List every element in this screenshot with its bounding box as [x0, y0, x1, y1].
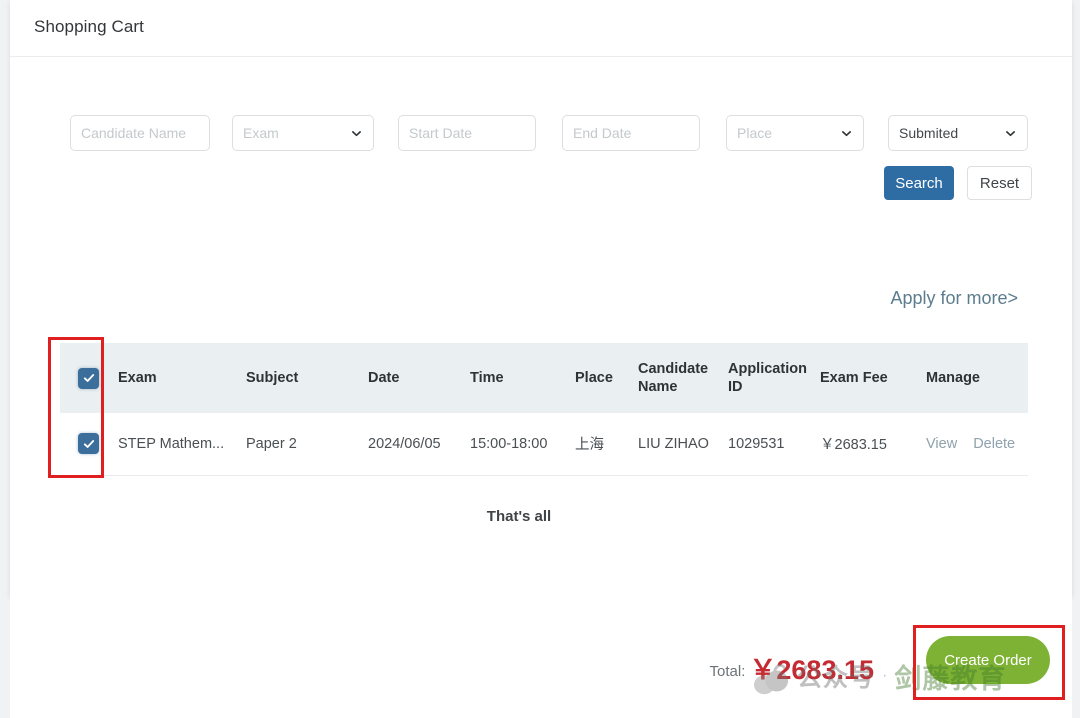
place-select[interactable]: Place [726, 115, 864, 151]
filter-bar: Candidate Name Exam Start Date End Date … [10, 115, 1072, 153]
view-link[interactable]: View [926, 436, 957, 452]
column-header-date: Date [362, 343, 464, 413]
cell-subject: Paper 2 [240, 413, 362, 475]
card-header: Shopping Cart [10, 0, 1072, 57]
column-header-exam-fee: Exam Fee [814, 343, 920, 413]
end-date-placeholder: End Date [573, 125, 631, 141]
column-header-subject: Subject [240, 343, 362, 413]
cell-exam: STEP Mathem... [112, 413, 240, 475]
apply-for-more-link[interactable]: Apply for more> [890, 288, 1018, 309]
cell-candidate-name: LIU ZIHAO [632, 413, 722, 475]
table-header-row: Exam Subject Date Time Place Candidate N… [60, 343, 1028, 413]
chevron-down-icon [840, 127, 853, 140]
chevron-down-icon [350, 127, 363, 140]
column-header-time: Time [464, 343, 569, 413]
total-label: Total: [710, 663, 746, 680]
column-header-candidate-name: Candidate Name [632, 343, 722, 413]
start-date-input[interactable]: Start Date [398, 115, 536, 151]
cell-place: 上海 [569, 413, 632, 475]
table-head: Exam Subject Date Time Place Candidate N… [60, 343, 1028, 413]
end-of-list-label: That's all [10, 508, 1072, 525]
candidate-name-placeholder: Candidate Name [81, 125, 186, 141]
page-title: Shopping Cart [34, 17, 144, 37]
reset-button[interactable]: Reset [967, 166, 1032, 200]
create-order-button[interactable]: Create Order [926, 636, 1050, 684]
start-date-placeholder: Start Date [409, 125, 472, 141]
status-select[interactable]: Submited [888, 115, 1028, 151]
column-header-place: Place [569, 343, 632, 413]
filter-actions: Search Reset [10, 166, 1072, 200]
delete-link[interactable]: Delete [973, 436, 1015, 452]
status-select-value: Submited [899, 125, 958, 141]
candidate-name-input[interactable]: Candidate Name [70, 115, 210, 151]
column-header-application-id: Application ID [722, 343, 814, 413]
cell-manage: View Delete [920, 413, 1028, 475]
cell-exam-fee: ￥2683.15 [814, 413, 920, 475]
row-select-cell [60, 413, 112, 475]
shopping-cart-page: Shopping Cart Candidate Name Exam Start … [0, 0, 1080, 718]
column-header-exam: Exam [112, 343, 240, 413]
place-select-placeholder: Place [737, 125, 772, 141]
cell-date: 2024/06/05 [362, 413, 464, 475]
end-date-input[interactable]: End Date [562, 115, 700, 151]
total-summary: Total:￥2683.15 [710, 648, 874, 687]
cart-card: Shopping Cart Candidate Name Exam Start … [10, 0, 1072, 596]
exam-select-placeholder: Exam [243, 125, 279, 141]
search-button[interactable]: Search [884, 166, 954, 200]
end-of-list-text: That's all [487, 508, 551, 525]
table-row: STEP Mathem... Paper 2 2024/06/05 15:00-… [60, 413, 1028, 475]
cart-table-wrapper: Exam Subject Date Time Place Candidate N… [60, 343, 1028, 476]
select-all-checkbox[interactable] [78, 368, 99, 389]
row-checkbox[interactable] [78, 433, 99, 454]
select-all-header [60, 343, 112, 413]
exam-select[interactable]: Exam [232, 115, 374, 151]
column-header-manage: Manage [920, 343, 1028, 413]
cart-footer: Total:￥2683.15 Create Order [10, 596, 1072, 718]
chevron-down-icon [1004, 127, 1017, 140]
cell-time: 15:00-18:00 [464, 413, 569, 475]
total-amount: ￥2683.15 [749, 655, 874, 685]
cart-table: Exam Subject Date Time Place Candidate N… [60, 343, 1028, 476]
cell-application-id: 1029531 [722, 413, 814, 475]
table-body: STEP Mathem... Paper 2 2024/06/05 15:00-… [60, 413, 1028, 475]
